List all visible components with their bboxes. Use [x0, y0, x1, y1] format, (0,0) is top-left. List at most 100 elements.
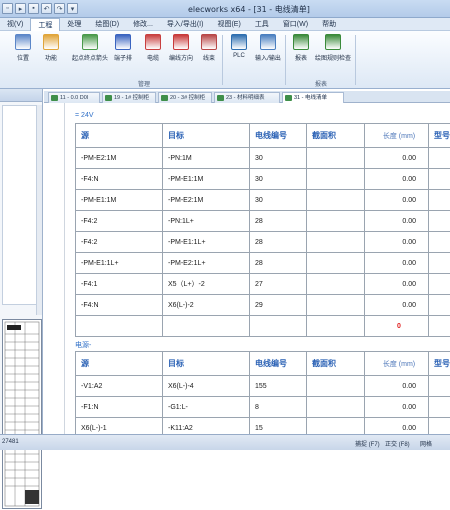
table-header-row: 源 目标 电线编号 截面积 长度 (mm) 型号 — [76, 352, 450, 376]
menu-window[interactable]: 窗口(W) — [276, 18, 315, 31]
quick-access-menu-icon[interactable]: ▾ — [67, 3, 78, 14]
open-icon[interactable]: ▸ — [15, 3, 26, 14]
tab-doc-23[interactable]: 23 - 材料明细表 — [214, 92, 280, 103]
table-row[interactable]: -PM-E1:1M -PM-E2:1M 30 0.00 — [76, 190, 450, 211]
panel-header[interactable] — [0, 89, 42, 102]
table-row[interactable]: -F4:2 -PM-E1:1L+ 28 0.00 — [76, 232, 450, 253]
cell-wire-number: 30 — [250, 169, 307, 190]
quick-access-toolbar: ▫ ▸ ▪ ↶ ↷ ▾ — [2, 3, 78, 14]
panel-scrollbar[interactable] — [36, 105, 42, 315]
table-row[interactable]: -F4:2 -PN:1L+ 28 0.00 — [76, 211, 450, 232]
input-output-button[interactable]: 输入/输出 — [254, 34, 282, 74]
cell-target: -G1:L- — [163, 397, 250, 418]
new-file-icon[interactable]: ▫ — [2, 3, 13, 14]
menu-bar: 视(V) 工程 处理 绘图(D) 修改... 导入/导出(I) 视图(E) 工具… — [0, 18, 450, 31]
drawing-rules-check-button[interactable]: 绘图规则检查 — [314, 34, 352, 74]
harness-label: 线束 — [203, 53, 215, 62]
menu-tools[interactable]: 工具 — [248, 18, 276, 31]
cable-button[interactable]: 电缆 — [140, 34, 166, 74]
menu-import-export[interactable]: 导入/导出(I) — [160, 18, 211, 31]
harness-button[interactable]: 线束 — [196, 34, 222, 74]
location-button[interactable]: 位置 — [10, 34, 36, 74]
coordinate-readout: 27481 — [2, 439, 19, 445]
col-length: 长度 (mm) — [365, 124, 429, 148]
cell-type — [429, 190, 450, 211]
wire-direction-icon — [173, 34, 189, 50]
cell-type — [429, 295, 450, 316]
tab-doc-20[interactable]: 20 - 3# 控制柜 — [158, 92, 212, 103]
tab-label: 11 - 0.0 D0I — [60, 95, 88, 101]
title-bar: ▫ ▸ ▪ ↶ ↷ ▾ elecworks x64 - [31 - 电线清单] — [0, 0, 450, 18]
report-label: 报表 — [295, 53, 307, 62]
cell-cross-section — [307, 169, 365, 190]
cell-cross-section — [307, 190, 365, 211]
col-wire-number: 电线编号 — [250, 124, 307, 148]
menu-process[interactable]: 处理 — [60, 18, 88, 31]
grid-toggle[interactable]: 网格 — [420, 439, 432, 448]
table-row[interactable]: -F4:N X6(L-)-2 29 0.00 — [76, 295, 450, 316]
menu-draw[interactable]: 绘图(D) — [88, 18, 126, 31]
document-browser-panel — [0, 89, 43, 434]
tab-doc-19[interactable]: 19 - 1# 控制柜 — [102, 92, 156, 103]
cell-type — [429, 211, 450, 232]
function-button[interactable]: 功能 — [38, 34, 64, 74]
table-row[interactable]: -PM-E2:1M -PN:1M 30 0.00 — [76, 148, 450, 169]
cell-cross-section — [307, 418, 365, 435]
origin-destination-arrow-button[interactable]: 起点终点箭头 — [70, 34, 110, 74]
cell-wire-number: 15 — [250, 418, 307, 435]
tab-doc-31[interactable]: 31 - 电线清单 — [282, 92, 344, 103]
table-row[interactable]: -F4:N -PM-E1:1M 30 0.00 — [76, 169, 450, 190]
function-icon — [43, 34, 59, 50]
menu-project[interactable]: 工程 — [30, 18, 60, 31]
cell-source: -V1:A2 — [76, 376, 163, 397]
cell-wire-number: 28 — [250, 253, 307, 274]
terminal-strip-icon — [115, 34, 131, 50]
redo-icon[interactable]: ↷ — [54, 3, 65, 14]
save-icon[interactable]: ▪ — [28, 3, 39, 14]
cell-cross-section — [307, 376, 365, 397]
drawing-thumbnail[interactable] — [2, 319, 42, 509]
cell-type — [429, 232, 450, 253]
status-bar: 27481 捕捉 (F7) 正交 (F8) 网格 — [0, 434, 450, 450]
tab-doc-11[interactable]: 11 - 0.0 D0I — [48, 92, 100, 103]
harness-icon — [201, 34, 217, 50]
cable-label: 电缆 — [147, 53, 159, 62]
cell-wire-number: 29 — [250, 295, 307, 316]
plc-button[interactable]: PLC — [226, 34, 252, 74]
cell-length: 0.00 — [365, 211, 429, 232]
input-output-label: 输入/输出 — [255, 53, 281, 62]
table-row[interactable]: -F4:1 X5（L+）-2 27 0.00 — [76, 274, 450, 295]
table-row[interactable]: -V1:A2 X6(L-)-4 155 0.00 — [76, 376, 450, 397]
terminal-strip-label: 端子排 — [114, 53, 132, 62]
menu-view[interactable]: 视(V) — [0, 18, 30, 31]
undo-icon[interactable]: ↶ — [41, 3, 52, 14]
wire-direction-button[interactable]: 编线方向 — [168, 34, 194, 74]
ribbon-group-manage: 管理 — [138, 79, 150, 88]
ortho-toggle[interactable]: 正交 (F8) — [385, 439, 410, 448]
table-header-row: 源 目标 电线编号 截面积 长度 (mm) 型号 — [76, 124, 450, 148]
cell-empty — [429, 316, 450, 337]
menu-modify[interactable]: 修改... — [126, 18, 160, 31]
cell-target: X6(L-)-4 — [163, 376, 250, 397]
cell-wire-number: 27 — [250, 274, 307, 295]
cell-empty — [250, 316, 307, 337]
tab-label: 19 - 1# 控制柜 — [114, 95, 149, 101]
report-button[interactable]: 报表 — [288, 34, 314, 74]
thumbnail-preview — [3, 320, 41, 508]
table-row[interactable]: -PM-E1:1L+ -PM-E2:1L+ 28 0.00 — [76, 253, 450, 274]
origin-destination-arrow-icon — [82, 34, 98, 50]
terminal-strip-button[interactable]: 端子排 — [110, 34, 136, 74]
menu-help[interactable]: 帮助 — [315, 18, 343, 31]
tree-view[interactable] — [2, 105, 38, 305]
drawing-tab-icon — [105, 95, 112, 101]
cell-wire-number: 28 — [250, 211, 307, 232]
report-canvas[interactable]: = 24V 源 目标 电线编号 截面积 长度 (mm) 型号 -PM-E2:1M… — [44, 103, 450, 434]
table-row[interactable]: -F1:N -G1:L- 8 0.00 — [76, 397, 450, 418]
snap-toggle[interactable]: 捕捉 (F7) — [355, 439, 380, 448]
table-row[interactable]: X6(L-)-1 -K11:A2 15 0.00 — [76, 418, 450, 435]
menu-views[interactable]: 视图(E) — [210, 18, 247, 31]
cell-target: -K11:A2 — [163, 418, 250, 435]
cell-target: X6(L-)-2 — [163, 295, 250, 316]
col-type: 型号 — [429, 124, 450, 148]
section-title: = 24V — [75, 112, 94, 119]
